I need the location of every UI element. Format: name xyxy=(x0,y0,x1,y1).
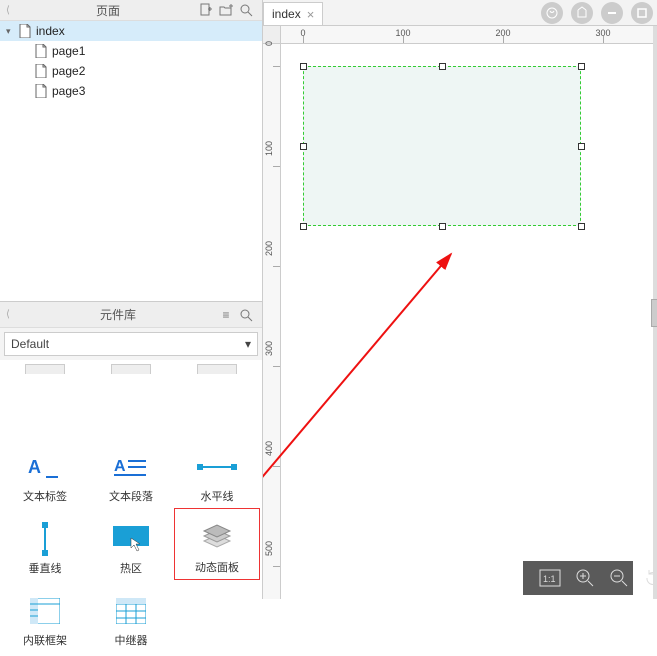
widget-repeater[interactable]: 中继器 xyxy=(88,580,174,652)
pages-panel-title: 页面 xyxy=(20,2,196,19)
resize-handle[interactable] xyxy=(439,63,446,70)
dynamic-panel-icon xyxy=(197,521,237,555)
zoom-out-button[interactable] xyxy=(609,566,629,590)
widget-hotspot[interactable]: 热区 xyxy=(88,508,174,580)
widget-v-line[interactable]: 垂直线 xyxy=(2,508,88,580)
zoom-in-button[interactable] xyxy=(575,566,595,590)
collapse-icon[interactable]: ⟨ xyxy=(6,5,20,16)
library-panel-header: ⟨ 元件库 ≡ xyxy=(0,302,262,328)
zoom-actual-button[interactable]: 1:1 xyxy=(539,566,561,590)
pages-tree[interactable]: ▾ index page1 page2 page3 xyxy=(0,21,262,301)
resize-handle[interactable] xyxy=(300,63,307,70)
page-label: page2 xyxy=(52,64,85,78)
page-label: index xyxy=(36,24,65,38)
svg-text:1:1: 1:1 xyxy=(543,574,556,584)
resize-handle[interactable] xyxy=(578,143,585,150)
library-menu-icon[interactable]: ≡ xyxy=(216,305,236,325)
iframe-icon xyxy=(25,594,65,628)
annotation-arrow xyxy=(263,224,481,524)
v-line-icon xyxy=(25,522,65,556)
widget-grid: A 文本标签 A 文本段落 水平线 垂直线 热区 xyxy=(0,360,262,656)
add-folder-icon[interactable] xyxy=(216,0,236,20)
split-handle[interactable] xyxy=(653,26,657,599)
tab-label: index xyxy=(272,7,301,21)
maximize-icon[interactable] xyxy=(631,2,653,24)
page-icon xyxy=(18,24,32,38)
hotspot-icon xyxy=(111,522,151,556)
minimize-icon[interactable] xyxy=(601,2,623,24)
search-library-icon[interactable] xyxy=(236,305,256,325)
search-pages-icon[interactable] xyxy=(236,0,256,20)
ruler-vertical[interactable]: 0100200300400500 xyxy=(263,44,281,599)
selected-widget[interactable] xyxy=(303,66,581,226)
pages-panel-header: ⟨ 页面 xyxy=(0,0,262,21)
text-paragraph-icon: A xyxy=(111,450,151,484)
add-page-icon[interactable] xyxy=(196,0,216,20)
widget-h-line[interactable]: 水平线 xyxy=(174,436,260,508)
h-line-icon xyxy=(197,450,237,484)
collapse-icon[interactable]: ⟨ xyxy=(6,309,20,320)
resize-handle[interactable] xyxy=(300,143,307,150)
repeater-icon xyxy=(111,594,151,628)
page-icon xyxy=(34,64,48,78)
widget-dynamic-panel[interactable]: 动态面板 xyxy=(174,508,260,580)
resize-handle[interactable] xyxy=(439,223,446,230)
tree-row-page2[interactable]: page2 xyxy=(0,61,262,81)
svg-text:A: A xyxy=(114,458,126,475)
page-label: page1 xyxy=(52,44,85,58)
close-tab-icon[interactable]: × xyxy=(307,7,315,22)
page-icon xyxy=(34,44,48,58)
widget-text-paragraph[interactable]: A 文本段落 xyxy=(88,436,174,508)
chevron-down-icon: ▾ xyxy=(245,337,251,351)
widget-iframe[interactable]: 内联框架 xyxy=(2,580,88,652)
widget-row-cut xyxy=(2,364,260,374)
library-panel-title: 元件库 xyxy=(20,306,216,323)
refresh-button[interactable] xyxy=(643,566,657,590)
preview-icon[interactable] xyxy=(541,2,563,24)
library-select[interactable]: Default ▾ xyxy=(4,332,258,356)
svg-text:A: A xyxy=(28,457,41,477)
page-icon xyxy=(34,84,48,98)
share-icon[interactable] xyxy=(571,2,593,24)
resize-handle[interactable] xyxy=(300,223,307,230)
tab-index[interactable]: index × xyxy=(263,2,323,25)
canvas[interactable]: 0100200300 0100200300400500 xyxy=(263,26,657,599)
page-label: page3 xyxy=(52,84,85,98)
resize-handle[interactable] xyxy=(578,63,585,70)
widget-text-label[interactable]: A 文本标签 xyxy=(2,436,88,508)
text-label-icon: A xyxy=(25,450,65,484)
zoom-toolbar: 1:1 xyxy=(523,561,633,595)
expand-icon[interactable]: ▾ xyxy=(6,26,18,37)
stage[interactable] xyxy=(281,44,657,599)
resize-handle[interactable] xyxy=(578,223,585,230)
editor-tabs: index × xyxy=(263,0,657,26)
tree-row-page3[interactable]: page3 xyxy=(0,81,262,101)
ruler-horizontal[interactable]: 0100200300 xyxy=(281,26,657,44)
tree-row-index[interactable]: ▾ index xyxy=(0,21,262,41)
tree-row-page1[interactable]: page1 xyxy=(0,41,262,61)
library-selected-label: Default xyxy=(11,337,49,351)
library-panel: ⟨ 元件库 ≡ Default ▾ A 文本标签 A 文本段落 xyxy=(0,301,262,656)
